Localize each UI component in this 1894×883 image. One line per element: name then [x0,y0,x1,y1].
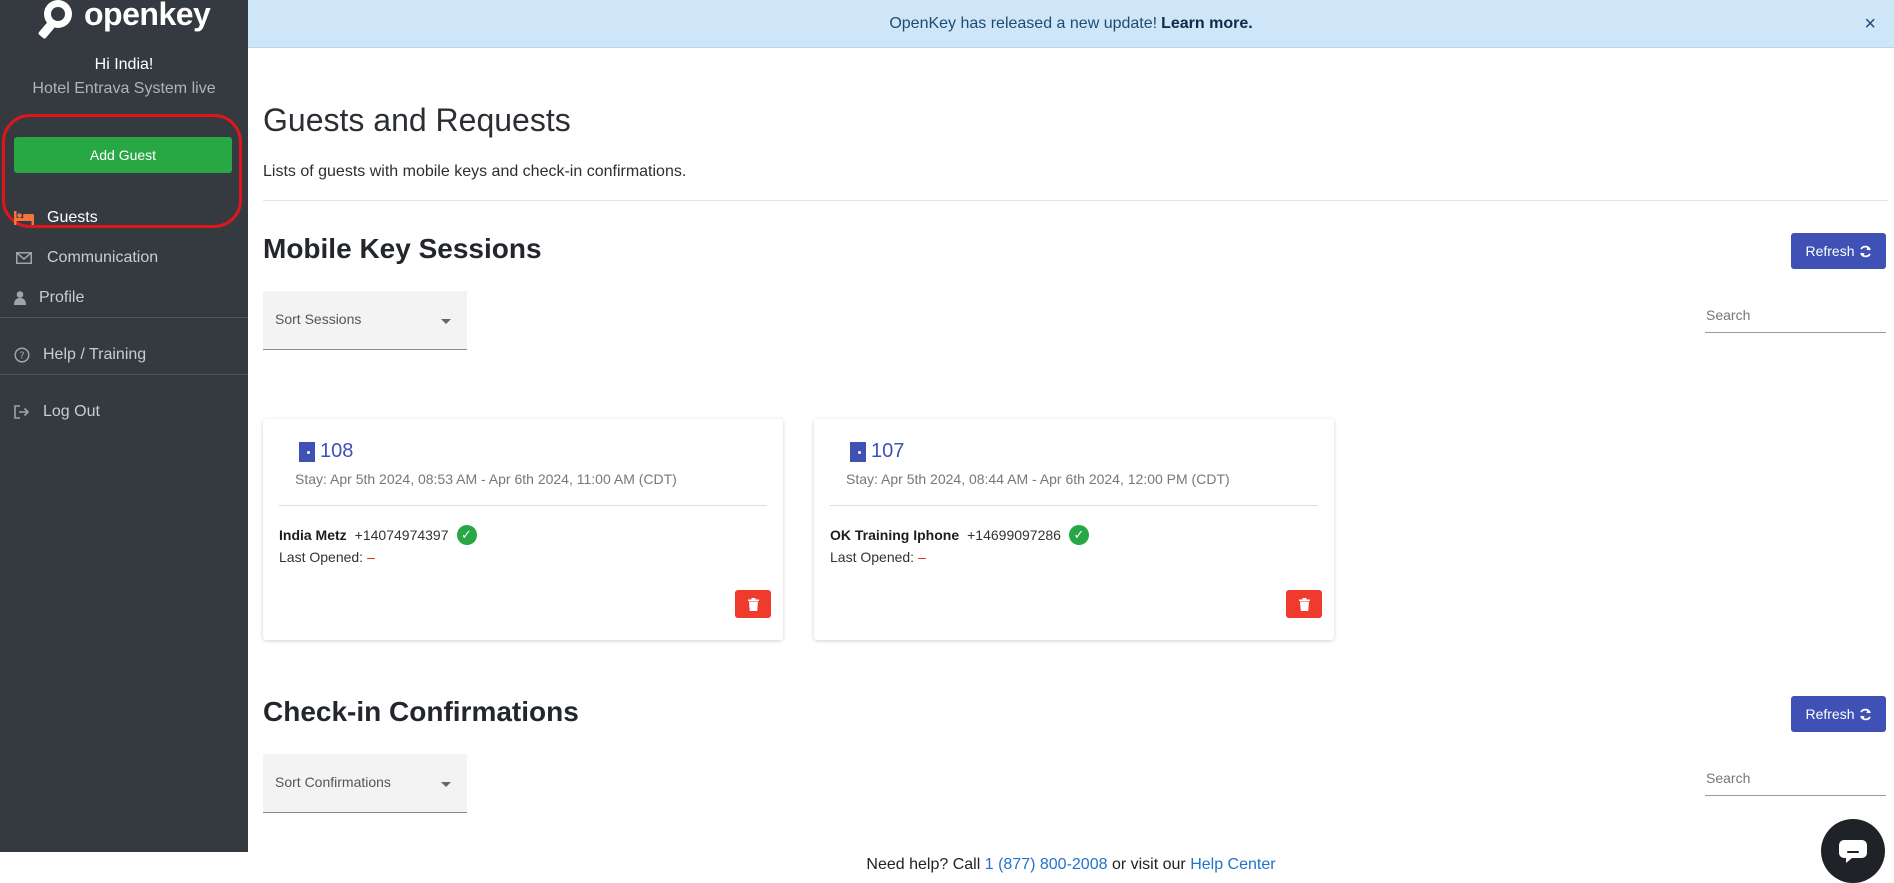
sort-sessions-label: Sort Sessions [275,311,362,327]
door-icon [299,441,315,462]
last-opened-value: – [918,549,926,565]
sidebar: openkey Hi India! Hotel Entrava System l… [0,0,248,852]
mobile-key-sessions-title: Mobile Key Sessions [263,233,542,264]
sort-confirmations-select[interactable]: Sort Confirmations [263,754,467,813]
sidebar-item-label: Help / Training [43,346,147,363]
refresh-label: Refresh [1805,243,1855,259]
check-in-confirmations-title: Check-in Confirmations [263,696,579,727]
section-divider [263,200,1888,201]
footer-prefix: Need help? Call [866,856,981,873]
last-opened: Last Opened: – [279,549,375,565]
last-opened: Last Opened: – [830,549,926,565]
confirmations-search-input[interactable] [1705,760,1886,796]
footer-middle: or visit our [1111,856,1186,873]
room-link[interactable]: 107 [850,440,904,463]
room-number: 107 [871,440,905,462]
sidebar-item-communication[interactable]: Communication [0,243,248,273]
refresh-label: Refresh [1805,706,1855,722]
sidebar-item-label: Communication [47,249,159,266]
help-center-link[interactable]: Help Center [1190,856,1275,873]
last-opened-label: Last Opened: [279,549,364,565]
sort-confirmations-label: Sort Confirmations [275,774,391,790]
user-greeting: Hi India! [94,56,154,73]
support-phone-link[interactable]: 1 (877) 800-2008 [985,856,1108,873]
bed-icon [13,210,35,226]
session-card: 108 Stay: Apr 5th 2024, 08:53 AM - Apr 6… [263,419,783,640]
sessions-refresh-button[interactable]: Refresh [1791,233,1886,269]
guest-phone: +14074974397 [354,527,449,543]
sort-sessions-select[interactable]: Sort Sessions [263,291,467,350]
sidebar-item-label: Guests [47,209,98,226]
delete-session-button[interactable] [735,590,771,618]
trash-icon [747,597,759,611]
update-banner: OpenKey has released a new update! Learn… [248,0,1894,48]
close-icon[interactable]: × [1864,13,1876,36]
sidebar-item-log-out[interactable]: Log Out [0,397,248,427]
refresh-icon [1859,245,1871,257]
last-opened-label: Last Opened: [830,549,915,565]
add-guest-button[interactable]: Add Guest [14,137,232,173]
banner-text: OpenKey has released a new update! [889,14,1158,32]
room-link[interactable]: 108 [299,440,353,463]
user-icon [9,290,31,306]
stay-dates: Stay: Apr 5th 2024, 08:53 AM - Apr 6th 2… [295,471,677,487]
question-circle-icon: ? [11,347,33,363]
page-title: Guests and Requests [263,102,571,138]
chat-button[interactable] [1821,819,1885,883]
page-description: Lists of guests with mobile keys and che… [263,163,687,180]
check-circle-icon: ✓ [456,525,477,545]
openkey-logo-icon [38,0,72,39]
card-divider [279,505,767,506]
brand-name: openkey [84,0,211,32]
sidebar-item-guests[interactable]: Guests [0,203,248,233]
caret-down-icon [441,782,451,787]
sidebar-item-help-training[interactable]: ? Help / Training [0,340,248,370]
sign-out-icon [11,404,33,420]
sidebar-item-label: Log Out [43,403,100,420]
envelope-icon [13,250,35,266]
room-number: 108 [320,440,354,462]
door-icon [850,441,866,462]
chat-icon [1839,840,1867,863]
hotel-name: Hotel Entrava System live [32,80,216,97]
card-divider [830,505,1318,506]
openkey-logo[interactable]: openkey [36,0,211,40]
guest-phone: +14699097286 [967,527,1061,543]
guest-name: OK Training Iphone [830,527,960,543]
stay-dates: Stay: Apr 5th 2024, 08:44 AM - Apr 6th 2… [846,471,1230,487]
sidebar-divider [0,317,248,318]
guest-info: India Metz +14074974397 ✓ [279,525,477,545]
sidebar-divider [0,374,248,375]
check-circle-icon: ✓ [1068,525,1089,545]
guest-name: India Metz [279,527,347,543]
sidebar-item-label: Profile [39,289,85,306]
guest-info: OK Training Iphone +14699097286 ✓ [830,525,1089,545]
last-opened-value: – [367,549,375,565]
refresh-icon [1859,708,1871,720]
svg-text:?: ? [19,351,24,362]
caret-down-icon [441,319,451,324]
delete-session-button[interactable] [1286,590,1322,618]
sidebar-item-profile[interactable]: Profile [0,283,248,313]
confirmations-refresh-button[interactable]: Refresh [1791,696,1886,732]
help-footer: Need help? Call 1 (877) 800-2008 or visi… [248,852,1894,877]
session-card: 107 Stay: Apr 5th 2024, 08:44 AM - Apr 6… [814,419,1334,640]
trash-icon [1298,597,1310,611]
banner-learn-more-link[interactable]: Learn more. [1161,15,1253,33]
sessions-search-input[interactable] [1705,297,1886,333]
